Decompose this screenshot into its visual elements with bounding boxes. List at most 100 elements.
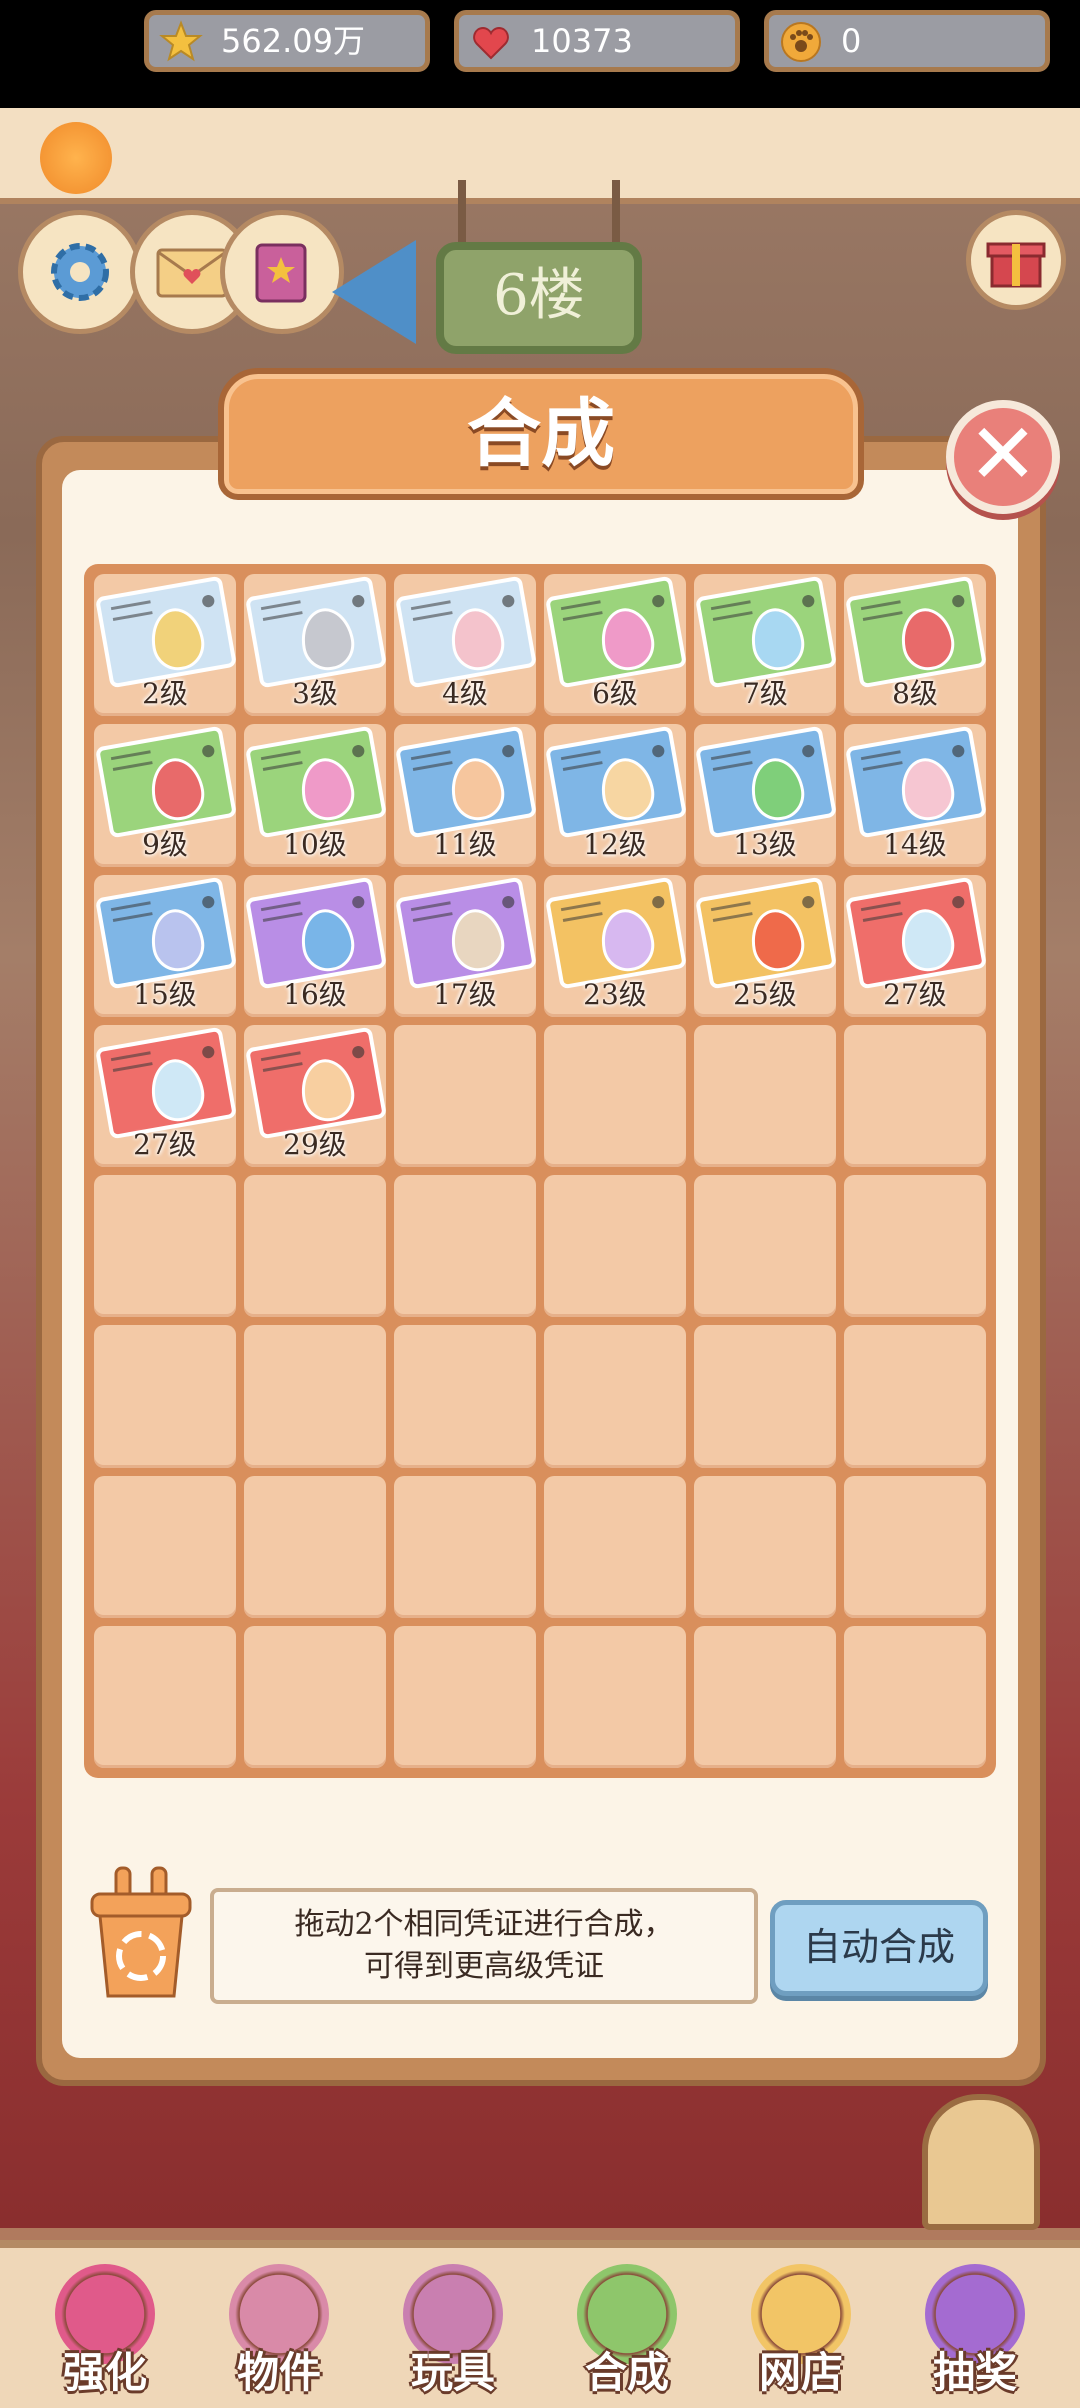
empty-voucher-slot[interactable] (394, 1024, 536, 1167)
nav-item-6[interactable]: 抽奖 (900, 2256, 1050, 2406)
coins-value: 0 (841, 22, 862, 60)
winged-heart-icon (473, 26, 509, 60)
card-text-lines (110, 600, 153, 621)
empty-voucher-slot[interactable] (244, 1325, 386, 1468)
card-text-lines (110, 1051, 153, 1072)
empty-voucher-slot[interactable] (844, 1175, 986, 1318)
nav-item-5[interactable]: 网店 (726, 2256, 876, 2406)
egg-icon (596, 604, 659, 675)
book-icon (255, 243, 307, 303)
close-button[interactable]: ✕ (946, 400, 1060, 514)
hearts-counter: 10373 (454, 10, 740, 72)
recycle-bin-icon[interactable] (86, 1864, 196, 2004)
empty-voucher-slot[interactable] (94, 1625, 236, 1768)
empty-voucher-slot[interactable] (394, 1175, 536, 1318)
empty-voucher-slot[interactable] (394, 1475, 536, 1618)
voucher-slot[interactable]: ● 12级 (544, 724, 688, 867)
weather-sun-icon (40, 122, 112, 194)
stars-counter: 562.09万 (144, 10, 430, 72)
voucher-slot[interactable]: ● 9级 (94, 724, 238, 867)
empty-voucher-slot[interactable] (94, 1475, 236, 1618)
previous-floor-arrow-icon[interactable] (332, 240, 416, 344)
voucher-slot[interactable]: ● 16级 (244, 874, 388, 1017)
gift-box-icon (986, 242, 1046, 288)
hint-line-2: 可得到更高级凭证 (364, 1949, 604, 1984)
empty-voucher-slot[interactable] (844, 1625, 986, 1768)
empty-voucher-slot[interactable] (244, 1175, 386, 1318)
voucher-slot[interactable]: ● 8级 (844, 574, 988, 717)
paw-stamp-icon: ● (649, 589, 667, 611)
voucher-slot[interactable]: ● 27级 (844, 874, 988, 1017)
egg-icon (296, 1054, 359, 1125)
empty-voucher-slot[interactable] (844, 1325, 986, 1468)
gift-button[interactable] (966, 210, 1066, 310)
empty-voucher-slot[interactable] (544, 1024, 686, 1167)
sign-rope-right (612, 180, 620, 250)
empty-voucher-slot[interactable] (694, 1475, 836, 1618)
exit-door-icon[interactable] (922, 2094, 1040, 2230)
voucher-level-label: 3级 (292, 677, 338, 711)
empty-voucher-slot[interactable] (544, 1625, 686, 1768)
egg-icon (146, 604, 209, 675)
egg-icon (896, 904, 959, 975)
empty-voucher-slot[interactable] (844, 1475, 986, 1618)
card-text-lines (710, 900, 753, 922)
empty-voucher-slot[interactable] (94, 1325, 236, 1468)
voucher-slot[interactable]: ● 7级 (694, 574, 838, 717)
floor-sign: 6楼 (436, 242, 642, 354)
voucher-slot[interactable]: ● 2级 (94, 574, 238, 717)
paw-stamp-icon: ● (499, 889, 517, 911)
paw-stamp-icon: ● (199, 589, 217, 611)
settings-button[interactable] (18, 210, 142, 334)
voucher-slot[interactable]: ● 10级 (244, 724, 388, 867)
hint-line-1: 拖动2个相同凭证进行合成， (294, 1907, 674, 1942)
empty-voucher-slot[interactable] (394, 1625, 536, 1768)
empty-voucher-slot[interactable] (694, 1175, 836, 1318)
nav-item-3[interactable]: 玩具 (378, 2256, 528, 2406)
empty-voucher-slot[interactable] (694, 1024, 836, 1167)
empty-voucher-slot[interactable] (694, 1625, 836, 1768)
egg-icon (896, 754, 959, 825)
empty-voucher-slot[interactable] (94, 1175, 236, 1318)
voucher-level-label: 25级 (733, 977, 797, 1011)
voucher-slot[interactable]: ● 11级 (394, 724, 538, 867)
nav-label: 强化 (62, 2348, 147, 2397)
voucher-slot[interactable]: ● 4级 (394, 574, 538, 717)
empty-voucher-slot[interactable] (544, 1175, 686, 1318)
nav-label: 网店 (758, 2348, 843, 2397)
nav-item-2[interactable]: 物件 (204, 2256, 354, 2406)
empty-voucher-slot[interactable] (844, 1024, 986, 1167)
empty-voucher-slot[interactable] (394, 1325, 536, 1468)
card-text-lines (410, 600, 453, 621)
voucher-level-label: 17级 (433, 977, 497, 1011)
voucher-slot[interactable]: ● 13级 (694, 724, 838, 867)
paw-stamp-icon: ● (499, 589, 517, 611)
nav-label: 玩具 (410, 2348, 495, 2397)
sign-rope-left (458, 180, 466, 250)
book-button[interactable] (220, 210, 344, 334)
coins-counter: 0 (764, 10, 1050, 72)
egg-icon (446, 904, 509, 975)
star-icon (159, 20, 203, 62)
voucher-slot[interactable]: ● 6级 (544, 574, 688, 717)
voucher-slot[interactable]: ● 17级 (394, 874, 538, 1017)
nav-item-1[interactable]: 强化 (30, 2256, 180, 2406)
voucher-level-label: 4级 (442, 677, 488, 711)
nav-item-4[interactable]: 合成 (552, 2256, 702, 2406)
empty-voucher-slot[interactable] (244, 1625, 386, 1768)
empty-voucher-slot[interactable] (244, 1475, 386, 1618)
auto-merge-button[interactable]: 自动合成 (770, 1900, 988, 1996)
voucher-slot[interactable]: ● 14级 (844, 724, 988, 867)
empty-voucher-slot[interactable] (694, 1325, 836, 1468)
voucher-slot[interactable]: ● 25级 (694, 874, 838, 1017)
voucher-slot[interactable]: ● 29级 (244, 1024, 388, 1167)
empty-voucher-slot[interactable] (544, 1325, 686, 1468)
voucher-slot[interactable]: ● 23级 (544, 874, 688, 1017)
voucher-slot[interactable]: ● 27级 (94, 1024, 238, 1167)
voucher-slot[interactable]: ● 15级 (94, 874, 238, 1017)
voucher-slot[interactable]: ● 3级 (244, 574, 388, 717)
voucher-level-label: 13级 (733, 827, 797, 861)
egg-icon (296, 604, 359, 675)
card-text-lines (260, 750, 303, 772)
empty-voucher-slot[interactable] (544, 1475, 686, 1618)
